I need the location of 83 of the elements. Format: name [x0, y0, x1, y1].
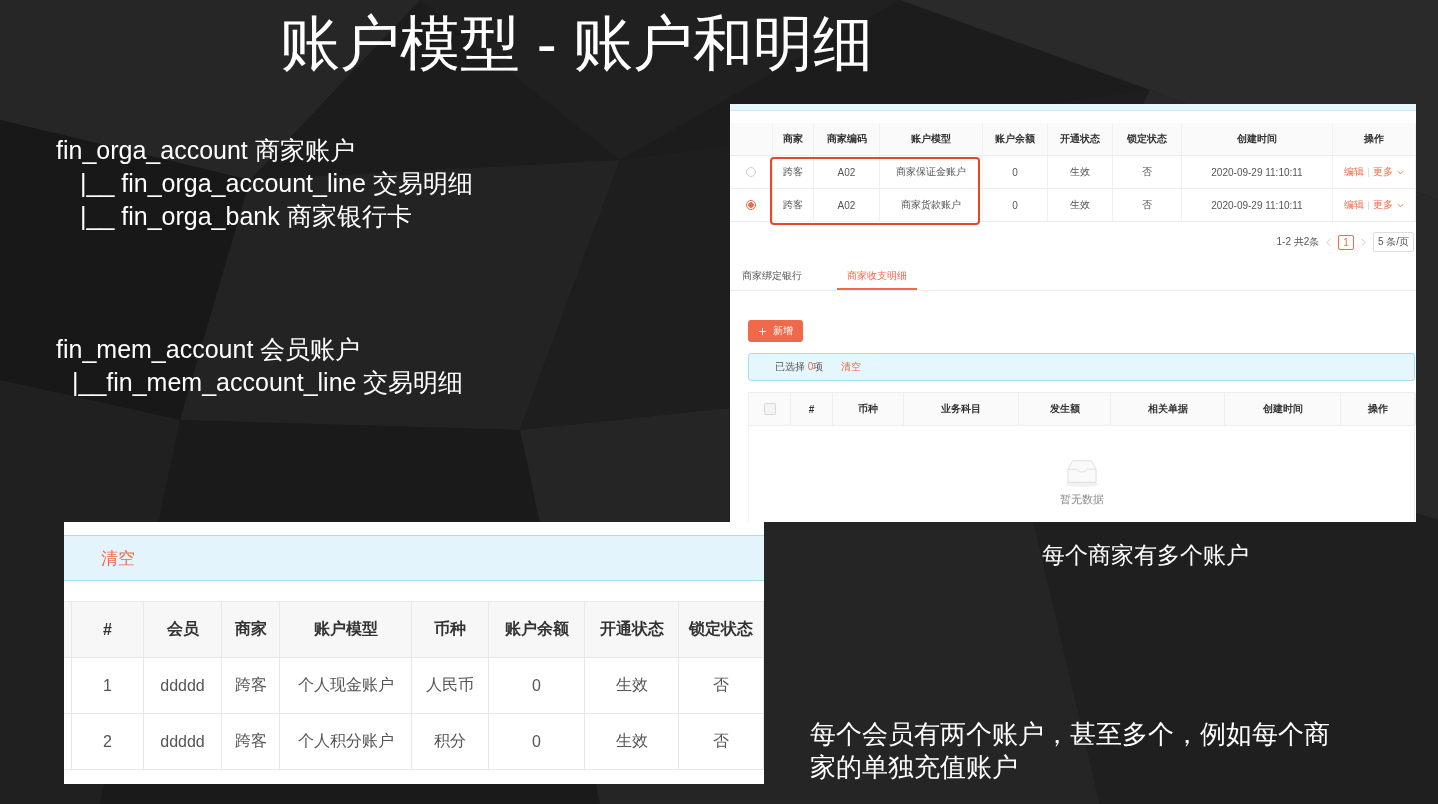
column-header: 创建时间 [1182, 123, 1333, 155]
column-header: 相关单据 [1111, 393, 1225, 425]
column-header: # [791, 393, 833, 425]
column-header: 锁定状态 [1113, 123, 1182, 155]
table-cell: 个人现金账户 [280, 658, 412, 713]
checkbox[interactable] [763, 403, 776, 415]
table-cell: 商家货款账户 [880, 189, 983, 221]
action-link[interactable]: 编辑 [1344, 198, 1364, 212]
table-cell: 2020-09-29 11:10:11 [1182, 156, 1333, 188]
plus-icon [758, 326, 767, 336]
column-header: 操作 [1333, 123, 1416, 155]
outline-item: |__ fin_orga_bank 商家银行卡 [80, 201, 412, 232]
column-header: 商家编码 [814, 123, 880, 155]
pagination-summary: 1-2 共2条 [1276, 235, 1320, 249]
add-button[interactable]: 新增 [748, 320, 803, 342]
table-cell: 否 [1113, 189, 1182, 221]
column-header: 币种 [833, 393, 904, 425]
table-cell: 2020-09-29 11:10:11 [1182, 189, 1333, 221]
table-cell: 1 [72, 658, 144, 713]
table-cell: A02 [814, 156, 880, 188]
empty-text: 暂无数据 [1059, 492, 1104, 507]
table-cell: 0 [489, 714, 585, 769]
column-header: 账户余额 [983, 123, 1048, 155]
table-cell: 人民币 [412, 658, 489, 713]
column-header: 创建时间 [1225, 393, 1341, 425]
column-header: 账户余额 [489, 602, 585, 657]
table-cell: 跨客 [222, 714, 280, 769]
column-header: 开通状态 [585, 602, 679, 657]
slide-title: 账户模型 - 账户和明细 [280, 9, 874, 79]
caption: 每个商家有多个账户 [1042, 541, 1249, 570]
caret-icon [1397, 202, 1404, 208]
column-header: # [72, 602, 144, 657]
tab[interactable]: 商家收支明细 [837, 265, 917, 290]
outline-item: fin_mem_account 会员账户 [56, 334, 361, 365]
table-cell: 0 [489, 658, 585, 713]
table-cell: 积分 [412, 714, 489, 769]
clear-link[interactable]: 清空 [841, 360, 862, 374]
caret-icon [1397, 169, 1404, 175]
column-header: 会员 [144, 602, 222, 657]
table-cell: 生效 [585, 658, 679, 713]
table-cell: 否 [679, 658, 764, 713]
outline-item: |__fin_mem_account_line 交易明细 [72, 367, 464, 398]
column-header: 业务科目 [904, 393, 1019, 425]
outline-item: fin_orga_account 商家账户 [56, 135, 355, 166]
table-cell: ddddd [144, 714, 222, 769]
action-link[interactable]: 更多 [1373, 198, 1393, 212]
table-cell: 0 [983, 156, 1048, 188]
column-header: 商家 [222, 602, 280, 657]
column-header: 账户模型 [880, 123, 983, 155]
table-cell: 个人积分账户 [280, 714, 412, 769]
selection-count-text: 已选择 0项 [775, 360, 824, 374]
table-cell: 跨客 [773, 156, 814, 188]
radio-button[interactable] [746, 200, 756, 210]
column-header: 开通状态 [1048, 123, 1113, 155]
tab[interactable]: 商家绑定银行 [742, 265, 802, 290]
clear-link[interactable]: 清空 [101, 546, 135, 570]
table-cell: 生效 [1048, 189, 1113, 221]
action-link[interactable]: 更多 [1373, 165, 1393, 179]
table-cell: 跨客 [773, 189, 814, 221]
caption: 每个会员有两个账户，甚至多个，例如每个商家的单独充值账户 [810, 718, 1331, 784]
table-cell: 2 [72, 714, 144, 769]
column-header: 操作 [1341, 393, 1416, 425]
page-button[interactable]: 1 [1338, 234, 1354, 250]
action-link[interactable]: 编辑 [1344, 165, 1364, 179]
page-size-select[interactable]: 5 条/页 [1372, 232, 1414, 252]
table-cell: 0 [983, 189, 1048, 221]
table-cell: 跨客 [222, 658, 280, 713]
table-cell: 生效 [585, 714, 679, 769]
column-header: 锁定状态 [679, 602, 764, 657]
column-header: 账户模型 [280, 602, 412, 657]
table-cell: 商家保证金账户 [880, 156, 983, 188]
table-cell: 否 [679, 714, 764, 769]
column-header: 发生额 [1019, 393, 1111, 425]
chevron-left-icon[interactable] [1326, 237, 1332, 247]
column-header: 商家 [773, 123, 814, 155]
chevron-right-icon[interactable] [1360, 237, 1366, 247]
table-cell: A02 [814, 189, 880, 221]
table-cell: ddddd [144, 658, 222, 713]
outline-item: |__ fin_orga_account_line 交易明细 [80, 168, 473, 199]
column-header: 币种 [412, 602, 489, 657]
table-cell: 否 [1113, 156, 1182, 188]
table-cell: 生效 [1048, 156, 1113, 188]
radio-button[interactable] [746, 167, 756, 177]
